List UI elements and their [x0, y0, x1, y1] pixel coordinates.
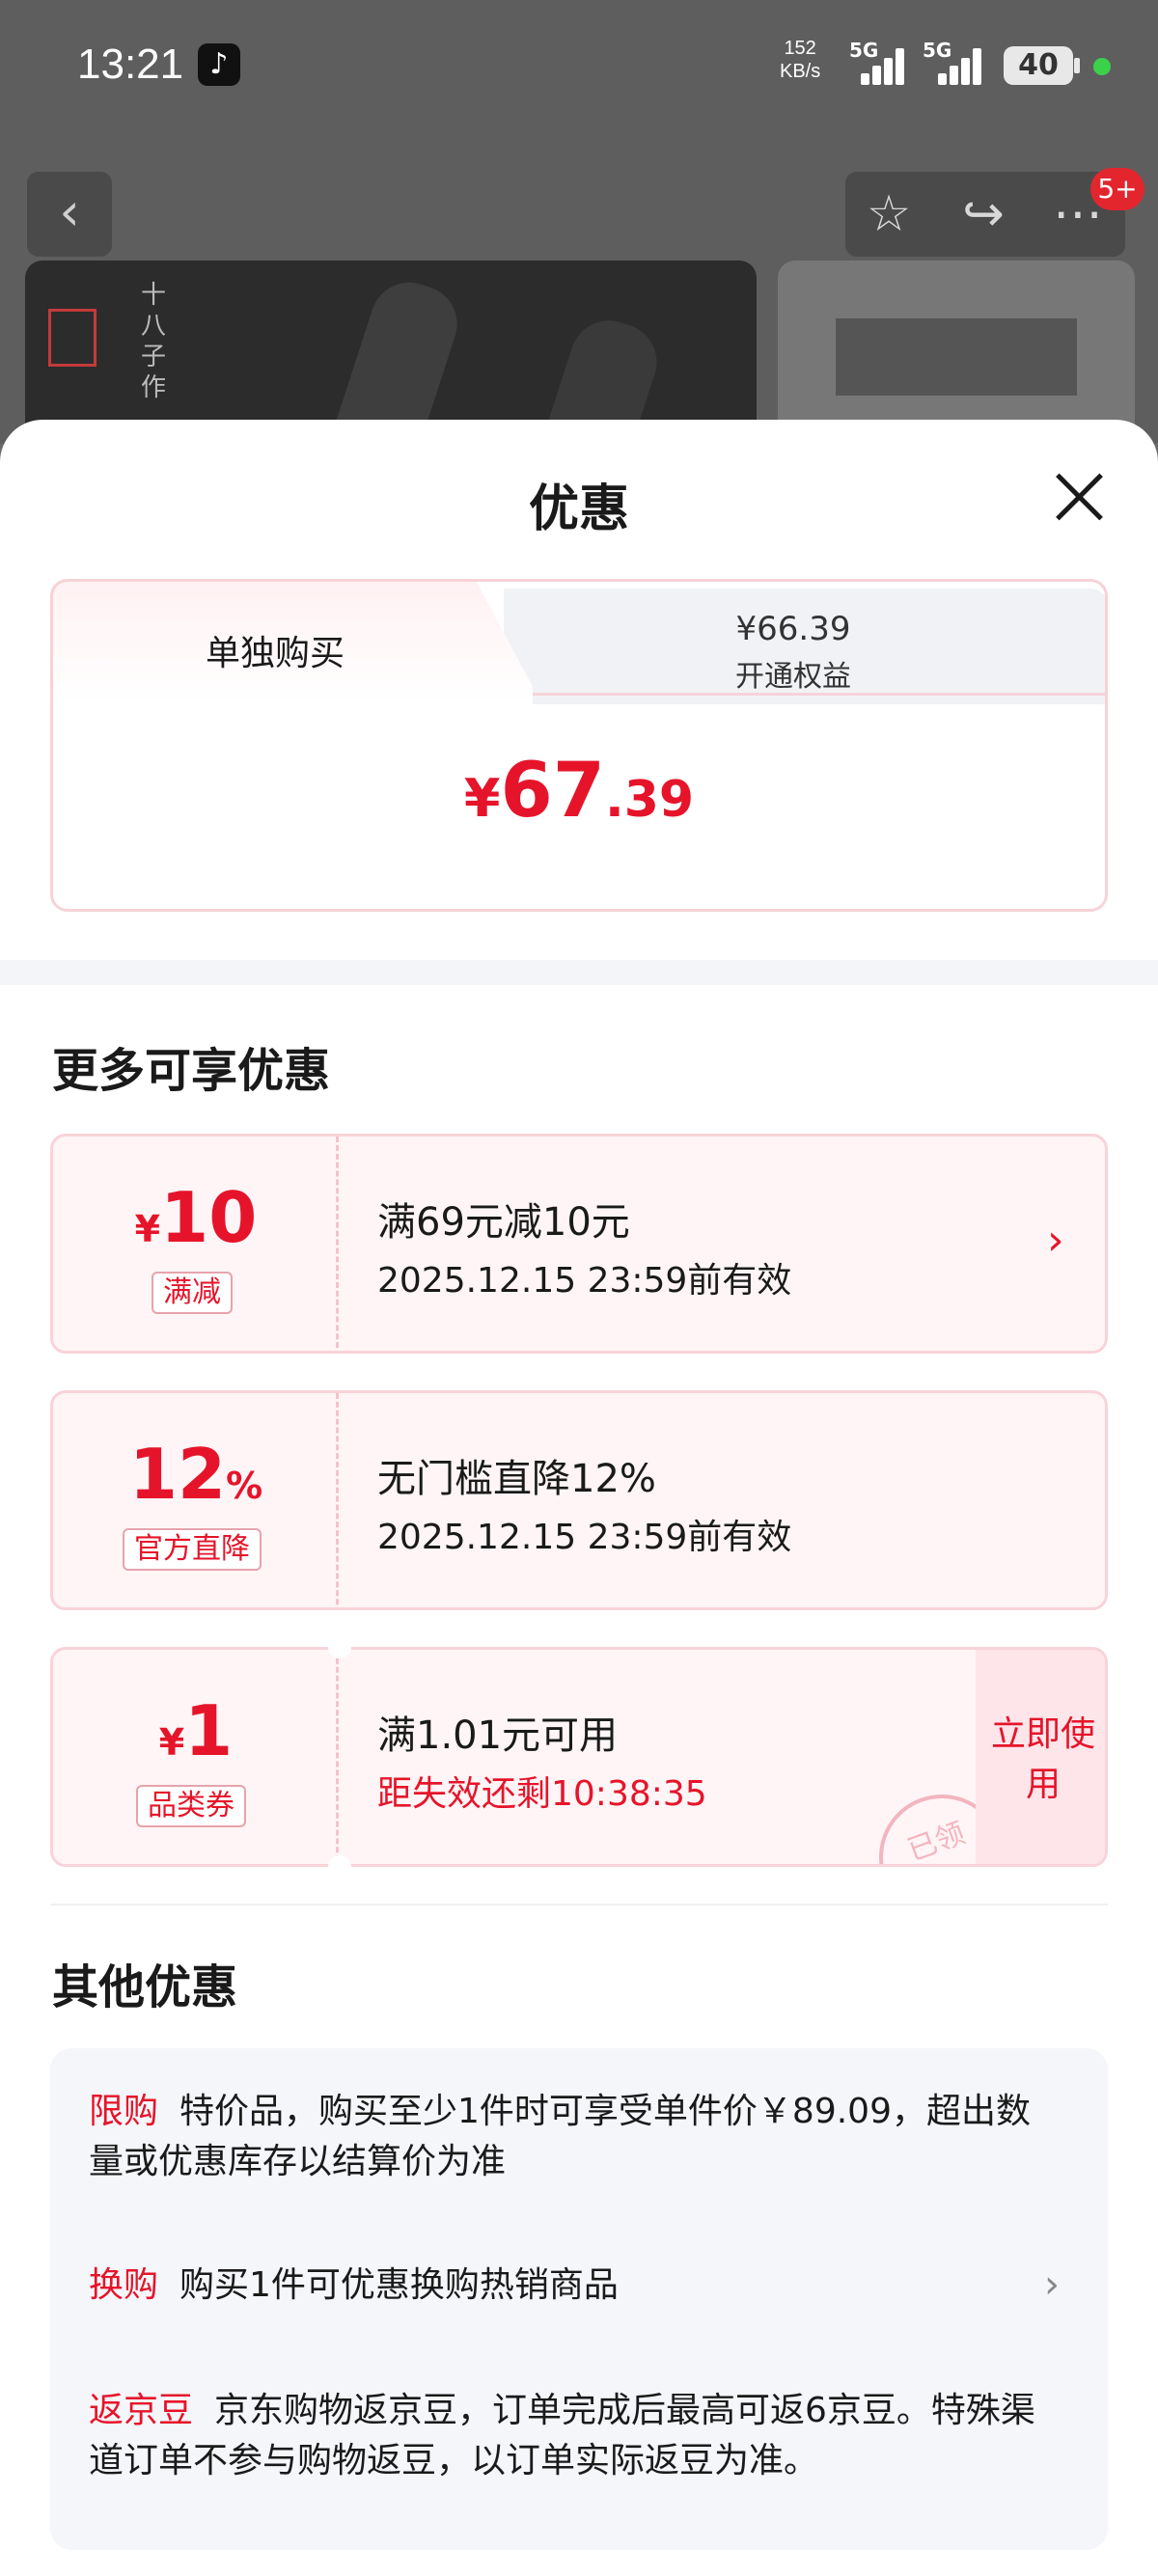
back-button[interactable]: ‹: [27, 172, 112, 257]
price-decimal: .39: [605, 771, 695, 829]
brand-vertical-text: 十八子作: [141, 281, 167, 402]
signal-sim2-icon: 5G: [923, 39, 990, 85]
other-offers-title: 其他优惠: [52, 1960, 238, 2014]
network-speed-unit: KB/s: [780, 61, 821, 82]
battery-icon: 40: [1004, 46, 1073, 85]
divider-line: [50, 1904, 1108, 1905]
tiktok-notification-icon: ♪: [198, 43, 240, 86]
offer-key: 换购: [89, 2265, 159, 2305]
offer-key: 返京豆: [89, 2391, 194, 2430]
tab-single-buy[interactable]: 单独购买: [50, 579, 533, 704]
close-icon[interactable]: [1052, 470, 1106, 524]
more-offers-title: 更多可享优惠: [52, 1044, 331, 1098]
sim1-label: 5G: [849, 39, 879, 62]
chevron-right-icon[interactable]: ›: [1044, 2262, 1060, 2307]
coupon-value-area: 12% 官方直降: [53, 1393, 339, 1607]
coupon-condition: 满69元减10元: [377, 1200, 630, 1245]
price-currency: ¥: [463, 768, 501, 829]
offer-text: 购买1件可优惠换购热销商品: [179, 2265, 619, 2305]
other-offers-box: 限购 特价品，购买至少1件时可享受单件价￥89.09，超出数量或优惠库存以结算价为…: [50, 2048, 1108, 2550]
price-card: ¥66.39 开通权益 单独购买 ¥67.39: [50, 579, 1108, 912]
coupon-type-tag: 品类券: [136, 1785, 246, 1827]
price-integer: 67: [500, 748, 605, 835]
coupon-type-tag: 官方直降: [123, 1528, 262, 1571]
coupon-official-discount[interactable]: 12% 官方直降 无门槛直降12% 2025.12.15 23:59前有效: [50, 1390, 1108, 1610]
coupon-full-reduction[interactable]: ¥10 满减 满69元减10元 2025.12.15 23:59前有效 ›: [50, 1134, 1108, 1354]
privacy-indicator-dot: [1093, 58, 1111, 75]
signal-sim1-icon: 5G: [849, 39, 917, 85]
network-speed: 152 KB/s: [780, 37, 820, 83]
top-toolbar: ☆ ↪ ⋯: [845, 172, 1125, 257]
status-bar: 13:21 ♪ 152 KB/s 5G 5G 40: [0, 0, 1158, 135]
single-buy-label: 单独购买: [205, 634, 345, 673]
current-price: ¥67.39: [50, 748, 1108, 835]
offer-jd-beans: 返京豆 京东购物返京豆，订单完成后最高可返6京豆。特殊渠道订单不参与购物返豆，以订…: [89, 2386, 1054, 2486]
battery-tip: [1074, 58, 1080, 73]
knife-diagram-image: [836, 318, 1077, 396]
coupon-amount: 12%: [128, 1434, 263, 1515]
brand-logo: [48, 309, 96, 367]
coupon-condition: 满1.01元可用: [377, 1713, 619, 1758]
coupon-type-tag: 满减: [152, 1272, 233, 1314]
offer-trade-in[interactable]: 换购 购买1件可优惠换购热销商品: [89, 2261, 1054, 2311]
section-divider: [0, 960, 1158, 985]
coupon-condition: 无门槛直降12%: [377, 1457, 656, 1501]
coupon-amount: ¥1: [158, 1690, 234, 1771]
sim2-label: 5G: [923, 39, 952, 62]
favorite-star-icon[interactable]: ☆: [855, 183, 923, 245]
coupon-notch: [328, 1635, 351, 1658]
status-time: 13:21: [77, 41, 184, 88]
sheet-title: 优惠: [528, 480, 629, 538]
offer-text: 京东购物返京豆，订单完成后最高可返6京豆。特殊渠道订单不参与购物返豆，以订单实际…: [89, 2391, 1035, 2480]
message-count-badge: 5+: [1090, 168, 1144, 210]
coupon-notch: [328, 1855, 351, 1878]
coupon-category[interactable]: ¥1 品类券 满1.01元可用 距失效还剩10:38:35 已领 立即使用: [50, 1647, 1108, 1867]
coupon-value-area: ¥10 满减: [53, 1137, 339, 1351]
coupon-validity: 2025.12.15 23:59前有效: [377, 1261, 792, 1301]
offers-sheet: 优惠 ¥66.39 开通权益 单独购买 ¥67.39 更多可享优惠 ¥10 满减…: [0, 420, 1158, 2576]
coupon-value-area: ¥1 品类券: [53, 1650, 339, 1864]
coupon-amount: ¥10: [134, 1177, 258, 1258]
coupon-validity: 2025.12.15 23:59前有效: [377, 1518, 792, 1557]
offer-text: 特价品，购买至少1件时可享受单件价￥89.09，超出数量或优惠库存以结算价为准: [89, 2092, 1031, 2181]
network-speed-value: 152: [784, 38, 816, 59]
use-now-button[interactable]: 立即使用: [976, 1650, 1105, 1864]
offer-purchase-limit: 限购 特价品，购买至少1件时可享受单件价￥89.09，超出数量或优惠库存以结算价为…: [89, 2087, 1054, 2187]
offer-key: 限购: [89, 2092, 159, 2131]
coupon-countdown: 距失效还剩10:38:35: [377, 1774, 707, 1814]
share-icon[interactable]: ↪: [950, 183, 1017, 245]
chevron-right-icon[interactable]: ›: [1047, 1216, 1064, 1265]
